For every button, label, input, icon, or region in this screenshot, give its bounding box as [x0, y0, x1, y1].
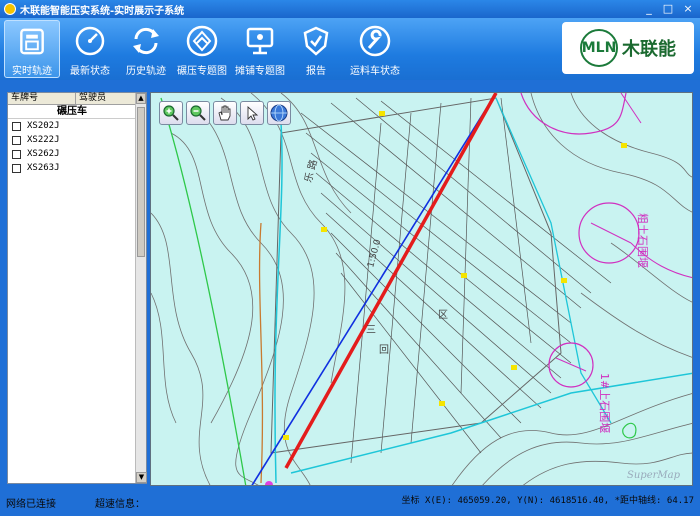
vehicle-marker[interactable] [265, 481, 273, 486]
full-extent-button[interactable] [267, 101, 291, 125]
realtime-track-icon [20, 28, 44, 55]
list-item[interactable]: XS222J [8, 133, 146, 147]
column-driver[interactable]: 驾驶员 [76, 93, 136, 104]
refresh-icon [133, 27, 159, 55]
zoom-in-icon [163, 105, 179, 121]
window-controls: _ □ × [640, 2, 698, 16]
tool-paving-map[interactable]: 摊铺专题图 [232, 20, 288, 78]
title-bar: 木联能智能压实系统-实时展示子系统 _ □ × [0, 0, 700, 18]
axis-distance: 64.17 [666, 496, 694, 506]
pan-button[interactable] [213, 101, 237, 125]
minimize-button[interactable]: _ [640, 2, 658, 16]
vehicle-plate: XS202J [27, 121, 60, 131]
coordinate-y: 4618516.40 [549, 496, 604, 506]
vehicle-plate: XS222J [27, 135, 60, 145]
list-item[interactable]: XS263J [8, 161, 146, 175]
zoom-out-icon [190, 105, 206, 121]
pointer-icon [247, 105, 259, 121]
globe-icon [270, 104, 288, 122]
vehicle-plate: XS263J [27, 163, 60, 173]
company-logo: MLN 木联能 [562, 22, 694, 74]
coordinate-x: 465059.20 [457, 496, 507, 506]
tool-history-track[interactable]: 历史轨迹 [118, 20, 174, 78]
tool-realtime-track[interactable]: 实时轨迹 [4, 20, 60, 78]
speed-info-label: 超速信息： [95, 499, 145, 510]
list-item[interactable]: XS262J [8, 147, 146, 161]
connection-status: 网络已连接 [6, 499, 56, 510]
status-bar: 网络已连接 超速信息： 坐标 X(E): 465059.20, Y(N): 46… [0, 489, 700, 516]
map-view[interactable]: 粗土石围堰 1#上石围堰 1:50.0 乐 路 区 回 三 SuperMap [150, 92, 693, 486]
window-title: 木联能智能压实系统-实时展示子系统 [20, 5, 185, 17]
map-label-zone-2: 回 [379, 344, 389, 356]
tool-latest-status[interactable]: 最新状态 [62, 20, 118, 78]
vehicle-group-label: 碾压车 [8, 105, 136, 119]
cofferdam-circle-1 [578, 202, 640, 264]
vehicle-list-header: 车牌号 驾驶员 [8, 93, 146, 105]
vehicle-list-scrollbar[interactable]: ▲ ▼ [135, 93, 147, 483]
map-label-cofferdam-1: 粗土石围堰 [636, 213, 649, 268]
map-canvas[interactable]: 粗土石围堰 1#上石围堰 1:50.0 乐 路 区 回 三 [151, 93, 693, 486]
vehicle-checkbox[interactable] [12, 135, 21, 145]
shield-icon [303, 26, 329, 56]
select-button[interactable] [240, 101, 264, 125]
tool-compaction-map[interactable]: 碾压专题图 [174, 20, 230, 78]
map-label-zone-3: 三 [366, 325, 376, 336]
zoom-out-button[interactable] [186, 101, 210, 125]
app-icon [4, 3, 16, 15]
map-label-cofferdam-2: 1#上石围堰 [598, 373, 611, 433]
orange-line [258, 222, 264, 484]
hand-icon [218, 105, 231, 121]
globe-logo-icon: MLN [580, 29, 618, 67]
close-button[interactable]: × [678, 2, 698, 16]
scroll-up-icon[interactable]: ▲ [136, 93, 146, 104]
column-plate[interactable]: 车牌号 [8, 93, 76, 104]
list-item[interactable]: XS202J [8, 119, 146, 133]
map-toolbar [159, 101, 291, 125]
vehicle-checkbox[interactable] [12, 121, 21, 131]
monitor-icon [246, 27, 274, 55]
vehicle-list-panel: 车牌号 驾驶员 碾压车 XS202J XS222J XS262J XS263J … [7, 92, 147, 484]
tool-report[interactable]: 报告 [288, 20, 344, 78]
tool-truck-status[interactable]: 运料车状态 [344, 20, 406, 78]
scroll-thumb[interactable] [137, 107, 145, 257]
map-watermark: SuperMap [627, 470, 680, 481]
green-boundary [160, 97, 247, 485]
main-toolbar: 实时轨迹 最新状态 历史轨迹 碾压专题图 摊铺专题图 报告 运料车状态 MLN … [0, 18, 700, 80]
map-label-elevation: 1:50.0 [366, 238, 383, 269]
layers-icon [186, 25, 218, 57]
wrench-icon [359, 25, 391, 57]
zoom-in-button[interactable] [159, 101, 183, 125]
map-label-zone-1: 区 [438, 309, 448, 321]
vehicle-checkbox[interactable] [12, 163, 21, 173]
coordinate-readout: 坐标 X(E): 465059.20, Y(N): 4618516.40, *距… [401, 496, 694, 506]
vehicle-plate: XS262J [27, 149, 60, 159]
gauge-icon [75, 26, 105, 56]
vehicle-checkbox[interactable] [12, 149, 21, 159]
maximize-button[interactable]: □ [659, 2, 677, 16]
scroll-down-icon[interactable]: ▼ [136, 472, 147, 483]
map-label-road: 乐 路 [301, 158, 320, 184]
